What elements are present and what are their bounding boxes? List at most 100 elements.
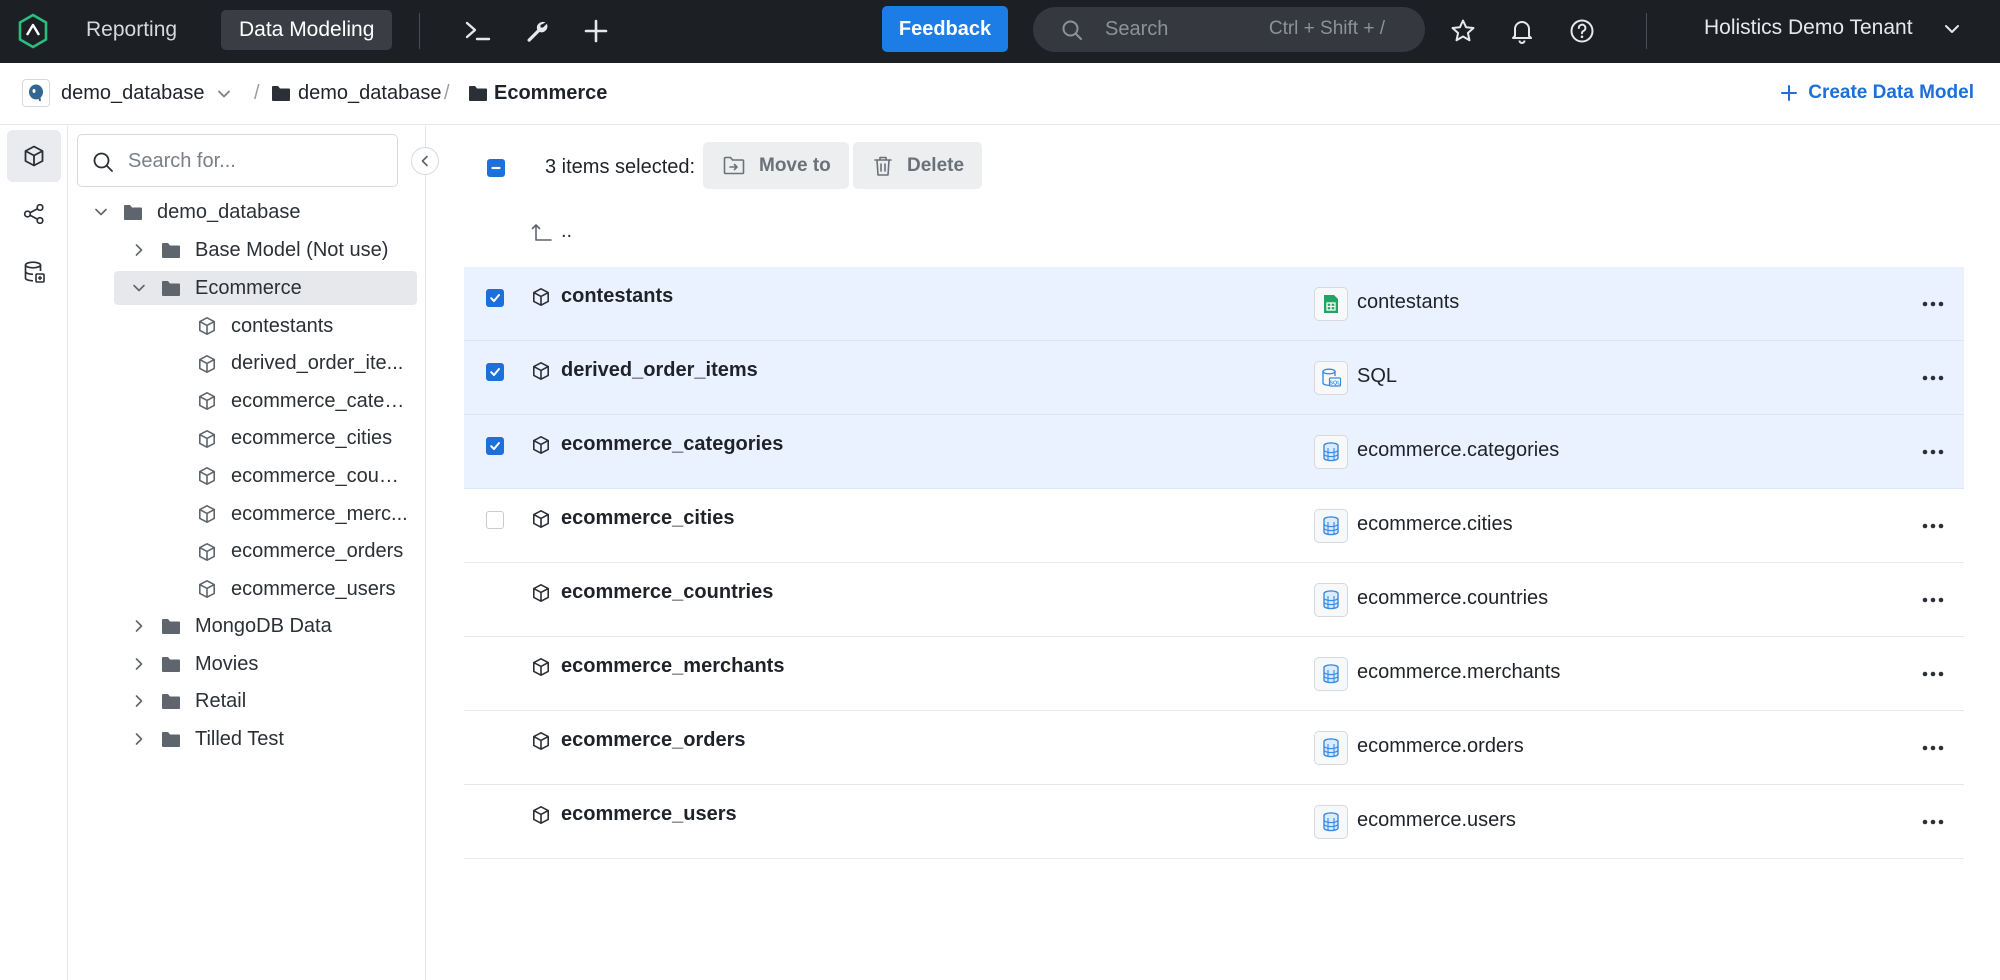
star-icon[interactable]: [1448, 16, 1478, 46]
tree-item-label: ecommerce_users: [231, 577, 396, 600]
chevron-right-icon[interactable]: [127, 243, 151, 257]
terminal-icon[interactable]: [463, 16, 493, 46]
bell-icon[interactable]: [1507, 16, 1537, 46]
more-actions-icon[interactable]: [1918, 366, 1948, 390]
more-actions-icon[interactable]: [1918, 514, 1948, 538]
row-checkbox[interactable]: [486, 289, 504, 307]
table-row[interactable]: ecommerce_categories ecommerce.categorie…: [464, 415, 1964, 489]
global-search-input[interactable]: Search Ctrl + Shift + /: [1033, 7, 1425, 52]
tree-folder-retail[interactable]: Retail: [127, 684, 246, 718]
database-table-icon: [1314, 509, 1348, 543]
collapse-panel-button[interactable]: [411, 147, 439, 175]
rail-item-datasets[interactable]: [7, 246, 61, 298]
model-table: contestants contestants derived_order_it…: [464, 267, 1964, 859]
model-name[interactable]: ecommerce_cities: [561, 507, 734, 530]
delete-button[interactable]: Delete: [853, 142, 983, 189]
table-row[interactable]: ecommerce_merchants ecommerce.merchants: [464, 637, 1964, 711]
select-all-checkbox[interactable]: [487, 159, 505, 177]
tab-reporting[interactable]: Reporting: [68, 10, 195, 50]
tree-model-item[interactable]: ecommerce_count...: [197, 459, 409, 493]
folder-icon: [161, 693, 183, 710]
model-name[interactable]: contestants: [561, 285, 673, 308]
more-actions-icon[interactable]: [1918, 736, 1948, 760]
breadcrumb-item-ecommerce[interactable]: Ecommerce: [494, 82, 607, 105]
tree-item-label: Ecommerce: [195, 276, 302, 299]
tree-folder-tilled-test[interactable]: Tilled Test: [127, 722, 284, 756]
tree-item-demo-database[interactable]: demo_database: [89, 195, 300, 229]
more-actions-icon[interactable]: [1918, 440, 1948, 464]
help-icon[interactable]: [1567, 16, 1597, 46]
table-row[interactable]: ecommerce_countries ecommerce.countries: [464, 563, 1964, 637]
tree-model-item[interactable]: ecommerce_orders: [197, 535, 403, 569]
tree-model-item[interactable]: ecommerce_merc...: [197, 497, 408, 531]
tree-folder-base-model[interactable]: Base Model (Not use): [127, 233, 388, 267]
breadcrumb-item-demo-database[interactable]: demo_database: [298, 82, 441, 105]
chevron-right-icon[interactable]: [127, 619, 151, 633]
create-data-model-button[interactable]: Create Data Model: [1780, 82, 1974, 104]
tree-search-field[interactable]: [77, 134, 398, 187]
chevron-right-icon[interactable]: [127, 694, 151, 708]
tree-item-label: demo_database: [157, 200, 301, 223]
model-name[interactable]: ecommerce_countries: [561, 581, 773, 604]
plus-icon[interactable]: [581, 16, 611, 46]
rail-item-relationships[interactable]: [7, 188, 61, 240]
tree-item-label: Movies: [195, 652, 259, 675]
model-name[interactable]: derived_order_items: [561, 359, 758, 382]
rail-item-models[interactable]: [7, 130, 61, 182]
model-source: SQL: [1357, 365, 1398, 387]
tree-model-item[interactable]: contestants: [197, 309, 333, 343]
model-name[interactable]: ecommerce_categories: [561, 433, 783, 456]
more-actions-icon[interactable]: [1918, 588, 1948, 612]
cube-icon: [197, 504, 219, 524]
chevron-right-icon[interactable]: [127, 732, 151, 746]
svg-text:SQL: SQL: [1329, 380, 1341, 386]
table-row[interactable]: ecommerce_cities ecommerce.cities: [464, 489, 1964, 563]
tree-model-item[interactable]: ecommerce_users: [197, 572, 396, 606]
table-row[interactable]: ecommerce_users ecommerce.users: [464, 785, 1964, 859]
tree-folder-mongodb-data[interactable]: MongoDB Data: [127, 609, 332, 643]
chevron-down-icon[interactable]: [216, 86, 232, 102]
chevron-down-icon[interactable]: [1943, 20, 1961, 38]
tenant-name[interactable]: Holistics Demo Tenant: [1704, 16, 1913, 40]
chevron-right-icon[interactable]: [127, 657, 151, 671]
tree-folder-movies[interactable]: Movies: [127, 647, 258, 681]
model-source: ecommerce.merchants: [1357, 661, 1561, 683]
chevron-down-icon[interactable]: [127, 281, 151, 295]
table-row[interactable]: ecommerce_orders ecommerce.orders: [464, 711, 1964, 785]
feedback-button[interactable]: Feedback: [882, 6, 1008, 52]
more-actions-icon[interactable]: [1918, 292, 1948, 316]
plus-icon: [1781, 85, 1798, 101]
parent-folder-link[interactable]: ..: [531, 220, 572, 243]
folder-icon: [468, 85, 488, 102]
holistics-logo-icon[interactable]: [17, 13, 49, 49]
row-checkbox[interactable]: [486, 437, 504, 455]
table-row[interactable]: derived_order_items SQL SQL: [464, 341, 1964, 415]
folder-icon: [161, 656, 183, 673]
cube-icon: [197, 429, 219, 449]
left-icon-rail: [0, 126, 68, 980]
chevron-down-icon[interactable]: [89, 205, 113, 219]
folder-icon: [161, 731, 183, 748]
row-checkbox[interactable]: [486, 363, 504, 381]
table-row[interactable]: contestants contestants: [464, 267, 1964, 341]
tree-model-item[interactable]: derived_order_ite...: [197, 347, 403, 381]
tree-model-item[interactable]: ecommerce_cities: [197, 422, 392, 456]
model-name[interactable]: ecommerce_orders: [561, 729, 746, 752]
folder-icon: [271, 85, 291, 102]
datasource-selector[interactable]: demo_database: [61, 82, 204, 105]
tree-search-input[interactable]: [128, 147, 388, 175]
model-source: ecommerce.users: [1357, 809, 1516, 831]
more-actions-icon[interactable]: [1918, 662, 1948, 686]
tree-item-label: ecommerce_categ...: [231, 389, 409, 412]
tab-data-modeling[interactable]: Data Modeling: [221, 10, 393, 50]
parent-folder-label: ..: [561, 220, 573, 242]
tree-folder-ecommerce[interactable]: Ecommerce: [114, 271, 417, 305]
move-to-button[interactable]: Move to: [703, 142, 849, 189]
folder-icon: [161, 618, 183, 635]
wrench-icon[interactable]: [522, 16, 552, 46]
more-actions-icon[interactable]: [1918, 810, 1948, 834]
model-name[interactable]: ecommerce_merchants: [561, 655, 784, 678]
row-checkbox[interactable]: [486, 511, 504, 529]
model-name[interactable]: ecommerce_users: [561, 803, 737, 826]
tree-model-item[interactable]: ecommerce_categ...: [197, 384, 409, 418]
